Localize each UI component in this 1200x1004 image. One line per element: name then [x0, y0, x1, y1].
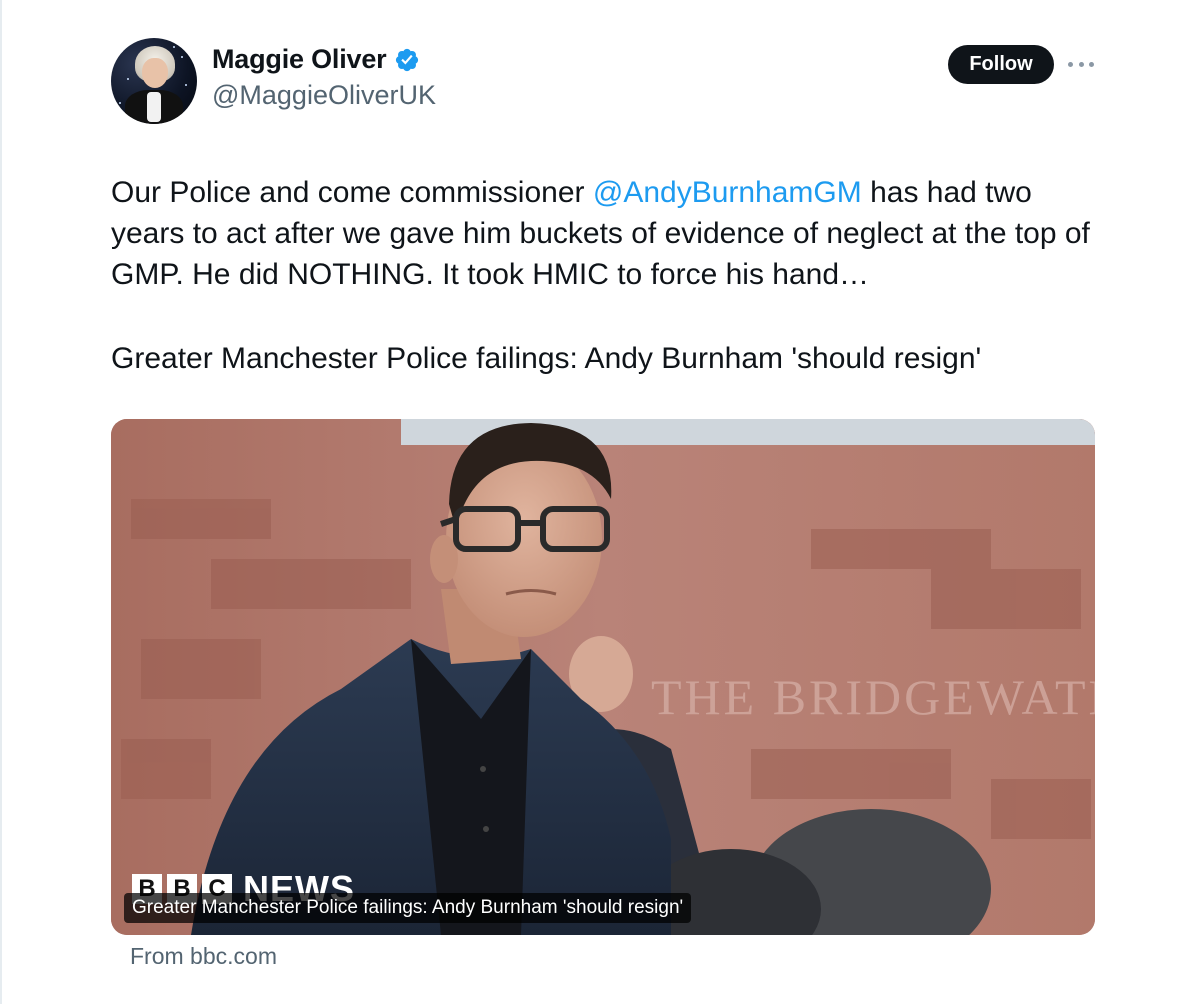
news-photo: THE BRIDGEWATER	[111, 419, 1095, 935]
avatar[interactable]	[111, 38, 197, 124]
link-source[interactable]: From bbc.com	[130, 943, 277, 970]
building-sign: THE BRIDGEWATER	[651, 669, 1095, 725]
link-card-image[interactable]: THE BRIDGEWATER	[111, 419, 1095, 935]
avatar-face	[142, 58, 168, 88]
author-handle[interactable]: @MaggieOliverUK	[212, 80, 436, 111]
verified-badge-icon	[394, 47, 420, 73]
mention-link[interactable]: @AndyBurnhamGM	[593, 176, 862, 209]
tweet-card: Maggie Oliver @MaggieOliverUK Follow Our…	[0, 0, 1200, 1004]
tweet-text-part: Our Police and come commissioner	[111, 176, 593, 209]
link-card-caption[interactable]: Greater Manchester Police failings: Andy…	[124, 893, 692, 923]
display-name[interactable]: Maggie Oliver	[212, 44, 387, 75]
author-name-row[interactable]: Maggie Oliver	[212, 44, 420, 75]
more-horizontal-icon[interactable]	[1068, 52, 1094, 76]
avatar-shirt	[147, 92, 161, 122]
follow-button[interactable]: Follow	[948, 45, 1054, 84]
tweet-headline: Greater Manchester Police failings: Andy…	[111, 342, 982, 375]
tweet-text: Our Police and come commissioner @AndyBu…	[111, 172, 1101, 295]
